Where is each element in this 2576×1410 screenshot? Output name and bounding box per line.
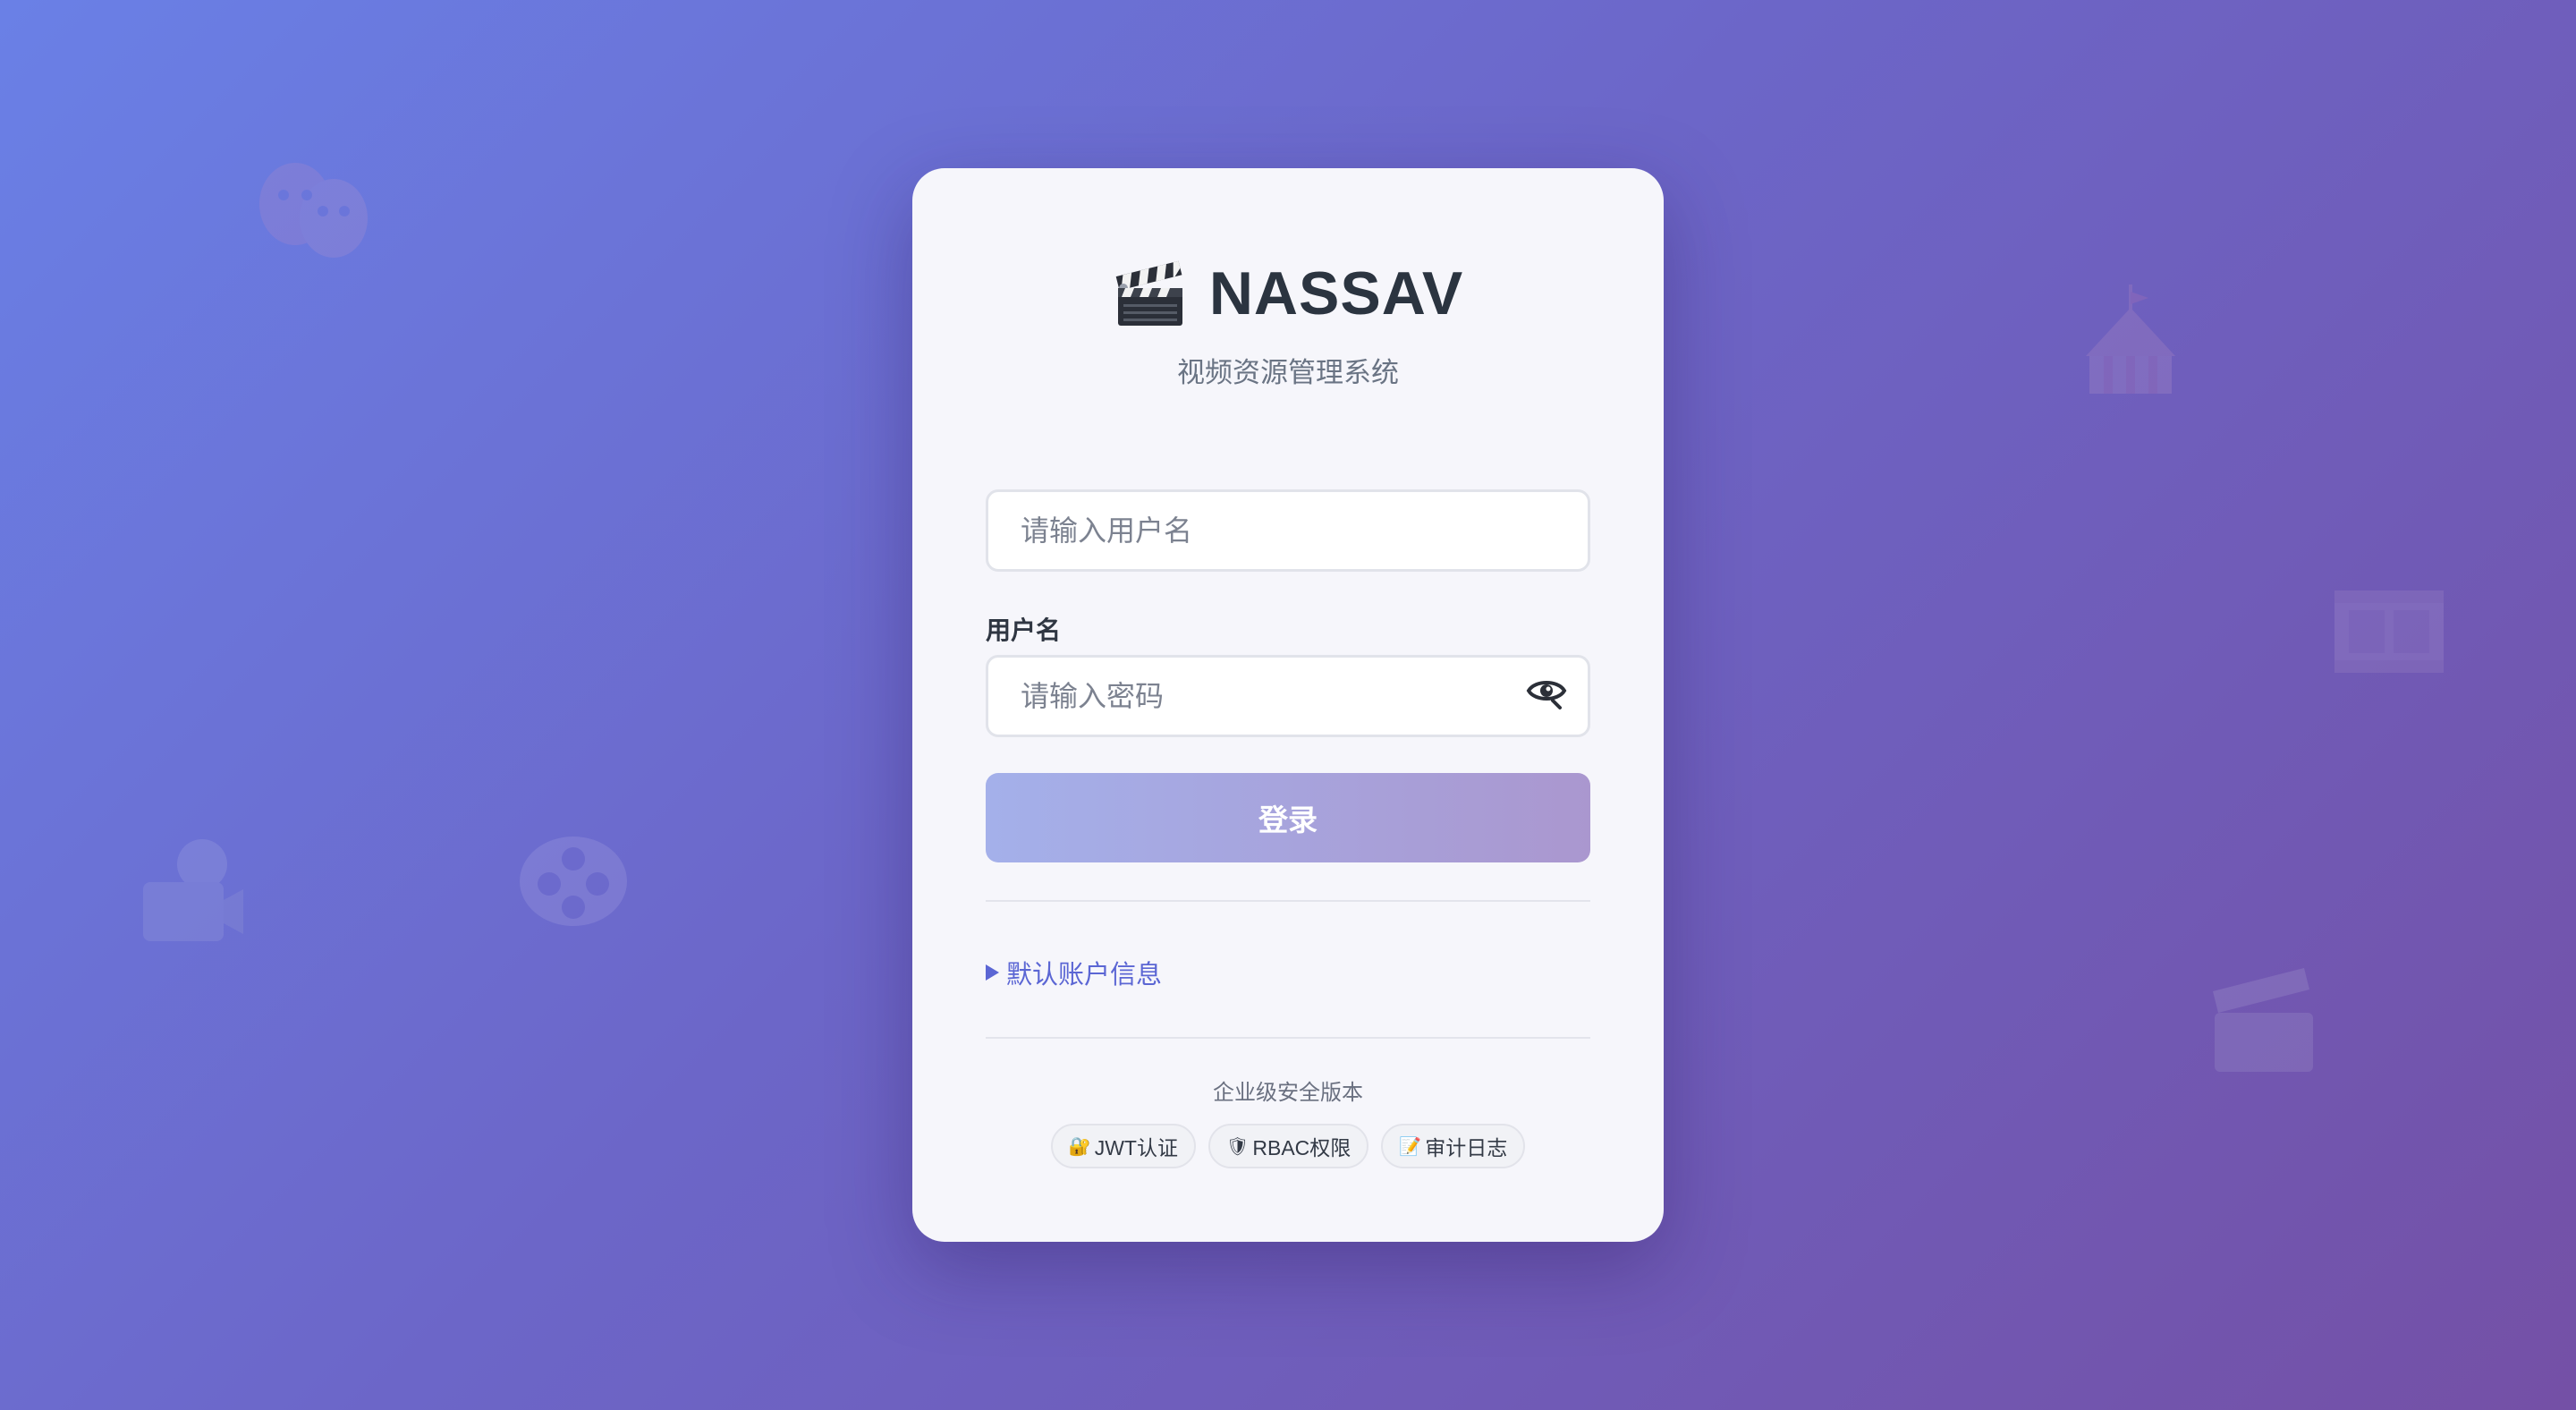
shield-icon: 🛡: [1225, 1136, 1250, 1157]
divider: [986, 900, 1590, 902]
edition-label: 企业级安全版本: [1213, 1081, 1363, 1105]
film-strip-icon: [2331, 578, 2447, 685]
clapperboard-icon: [2206, 961, 2322, 1077]
lock-key-icon: 🔐: [1068, 1136, 1091, 1157]
eye-icon: [1526, 681, 1567, 709]
default-account-toggle[interactable]: 默认账户信息: [986, 954, 1162, 991]
login-button[interactable]: 登录: [986, 773, 1590, 862]
badge-label: JWT认证: [1094, 1136, 1178, 1159]
username-input[interactable]: [986, 489, 1590, 572]
badge-audit: 📝 审计日志: [1381, 1124, 1526, 1168]
triangle-right-icon: [986, 964, 999, 981]
badge-label: 审计日志: [1425, 1136, 1508, 1159]
default-account-label: 默认账户信息: [1006, 961, 1163, 990]
username-label: 用户名: [986, 616, 1062, 644]
theater-masks-icon: [255, 159, 371, 267]
feature-badges: 🔐 JWT认证 🛡 RBAC权限 📝 审计日志: [912, 1124, 1664, 1168]
app-title: NASSAV: [1208, 259, 1464, 327]
badge-label: RBAC权限: [1252, 1136, 1352, 1159]
film-reel-icon: [515, 832, 631, 930]
badge-rbac: 🛡 RBAC权限: [1208, 1124, 1369, 1168]
badge-jwt: 🔐 JWT认证: [1050, 1124, 1196, 1168]
memo-icon: 📝: [1399, 1136, 1422, 1157]
film-camera-icon: [131, 837, 247, 954]
divider: [986, 1037, 1590, 1039]
clapperboard-icon: [1113, 254, 1188, 334]
login-card: NASSAV 视频资源管理系统 用户名 密码 登录 默认账户信息 企业级安全版本…: [912, 168, 1664, 1242]
circus-tent-icon: [2077, 285, 2184, 401]
toggle-password-visibility[interactable]: [1526, 670, 1567, 711]
app-subtitle: 视频资源管理系统: [1177, 357, 1399, 388]
password-input[interactable]: [986, 655, 1590, 737]
brand-header: NASSAV: [912, 249, 1664, 338]
